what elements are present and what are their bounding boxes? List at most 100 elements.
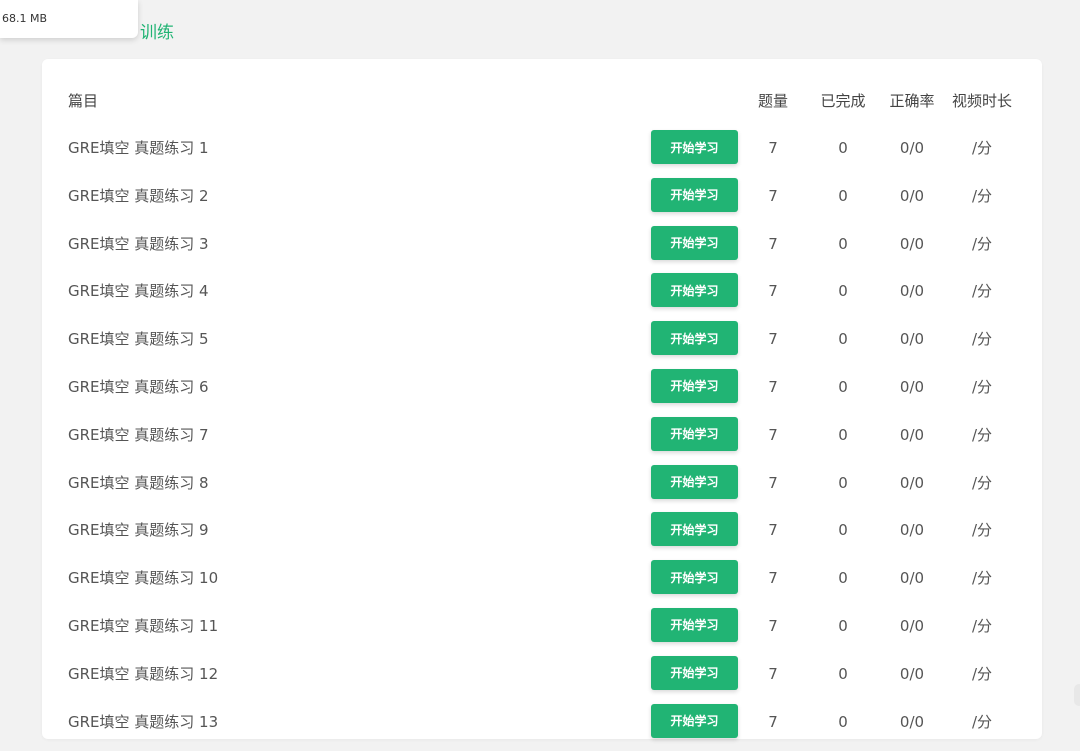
start-study-button[interactable]: 开始学习 <box>651 703 738 738</box>
exercise-title: GRE填空 真题练习 11 <box>68 616 219 635</box>
video-duration: /分 <box>971 473 993 492</box>
completed-count: 0 <box>838 282 848 301</box>
video-duration: /分 <box>971 712 993 731</box>
video-duration: /分 <box>971 139 993 157</box>
start-study-button[interactable]: 开始学习 <box>651 368 738 403</box>
completed-count: 0 <box>838 186 848 205</box>
video-duration: /分 <box>971 377 993 396</box>
exercise-title: GRE填空 真题练习 1 <box>68 139 209 157</box>
question-count: 7 <box>768 282 778 301</box>
start-study-button[interactable]: 开始学习 <box>651 225 738 260</box>
table-row: GRE填空 真题练习 13 开始学习 7 0 0/0/分 <box>42 703 1042 751</box>
exercise-title: GRE填空 真题练习 7 <box>68 425 209 444</box>
header-video-duration: 视频时长 <box>951 92 1012 110</box>
table-row: GRE填空 真题练习 7 开始学习 7 0 0/0/分 <box>42 416 1042 465</box>
accuracy-value: 0/0 <box>899 712 925 731</box>
question-count: 7 <box>768 425 778 444</box>
table-row: GRE填空 真题练习 12 开始学习 7 0 0/0/分 <box>42 655 1042 704</box>
question-count: 7 <box>768 377 778 396</box>
question-count: 7 <box>768 473 778 492</box>
question-count: 7 <box>768 569 778 588</box>
exercise-title: GRE填空 真题练习 5 <box>68 330 209 349</box>
start-study-button[interactable]: 开始学习 <box>651 416 738 451</box>
exercise-title: GRE填空 真题练习 13 <box>68 712 219 731</box>
question-count: 7 <box>768 139 778 157</box>
completed-count: 0 <box>838 139 848 157</box>
exercise-title: GRE填空 真题练习 6 <box>68 377 209 396</box>
scrollbar-handle[interactable] <box>1074 684 1080 706</box>
accuracy-value: 0/0 <box>899 139 925 157</box>
completed-count: 0 <box>838 473 848 492</box>
exercise-title: GRE填空 真题练习 4 <box>68 282 209 301</box>
exercise-title: GRE填空 真题练习 3 <box>68 234 209 253</box>
start-study-button[interactable]: 开始学习 <box>651 655 738 690</box>
question-count: 7 <box>768 234 778 253</box>
table-row: GRE填空 真题练习 8 开始学习 7 0 0/0/分 <box>42 464 1042 513</box>
header-accuracy: 正确率 <box>889 92 935 110</box>
header-question-count: 题量 <box>757 92 788 110</box>
header-completed: 已完成 <box>820 92 866 110</box>
video-duration: /分 <box>971 521 993 540</box>
question-count: 7 <box>768 330 778 349</box>
table-row: GRE填空 真题练习 3 开始学习 7 0 0/0/分 <box>42 225 1042 274</box>
accuracy-value: 0/0 <box>899 616 925 635</box>
start-study-button[interactable]: 开始学习 <box>651 130 738 164</box>
table-row: GRE填空 真题练习 5 开始学习 7 0 0/0/分 <box>42 321 1042 369</box>
start-study-button[interactable]: 开始学习 <box>651 321 738 356</box>
exercise-rows: GRE填空 真题练习 1 开始学习 7 0 0/0/分 GRE填空 真题练习 2 开始学习 7… <box>42 130 1042 751</box>
completed-count: 0 <box>838 569 848 588</box>
accuracy-value: 0/0 <box>899 521 925 540</box>
completed-count: 0 <box>838 712 848 731</box>
completed-count: 0 <box>838 664 848 683</box>
accuracy-value: 0/0 <box>899 425 925 444</box>
table-row: GRE填空 真题练习 2 开始学习 7 0 0/0/分 <box>42 177 1042 226</box>
completed-count: 0 <box>838 521 848 540</box>
accuracy-value: 0/0 <box>899 664 925 683</box>
exercise-title: GRE填空 真题练习 2 <box>68 186 209 205</box>
start-study-button[interactable]: 开始学习 <box>651 464 738 499</box>
start-study-button[interactable]: 开始学习 <box>651 560 738 595</box>
video-duration: /分 <box>971 234 993 253</box>
exercise-title: GRE填空 真题练习 12 <box>68 664 219 683</box>
completed-count: 0 <box>838 616 848 635</box>
header-title: 篇目 <box>68 92 99 110</box>
video-duration: /分 <box>971 330 993 349</box>
question-count: 7 <box>768 186 778 205</box>
accuracy-value: 0/0 <box>899 569 925 588</box>
completed-count: 0 <box>838 234 848 253</box>
table-row: GRE填空 真题练习 9 开始学习 7 0 0/0/分 <box>42 512 1042 560</box>
question-count: 7 <box>768 616 778 635</box>
video-duration: /分 <box>971 664 993 683</box>
accuracy-value: 0/0 <box>899 282 925 301</box>
start-study-button[interactable]: 开始学习 <box>651 273 738 308</box>
completed-count: 0 <box>838 330 848 349</box>
exercise-title: GRE填空 真题练习 10 <box>68 569 219 588</box>
table-header: 篇目 题量 已完成 正确率 视频时长 <box>42 59 1042 139</box>
table-row: GRE填空 真题练习 1 开始学习 7 0 0/0/分 <box>42 130 1042 178</box>
accuracy-value: 0/0 <box>899 377 925 396</box>
memory-usage-text: 68.1 MB <box>2 12 48 25</box>
page-title: 训练 <box>140 23 174 43</box>
question-count: 7 <box>768 712 778 731</box>
completed-count: 0 <box>838 425 848 444</box>
accuracy-value: 0/0 <box>899 186 925 205</box>
start-study-button[interactable]: 开始学习 <box>651 177 738 212</box>
table-row: GRE填空 真题练习 4 开始学习 7 0 0/0/分 <box>42 273 1042 321</box>
exercise-title: GRE填空 真题练习 9 <box>68 521 209 540</box>
accuracy-value: 0/0 <box>899 330 925 349</box>
start-study-button[interactable]: 开始学习 <box>651 607 738 642</box>
question-count: 7 <box>768 664 778 683</box>
video-duration: /分 <box>971 282 993 301</box>
table-row: GRE填空 真题练习 10 开始学习 7 0 0/0/分 <box>42 560 1042 608</box>
accuracy-value: 0/0 <box>899 234 925 253</box>
video-duration: /分 <box>971 425 993 444</box>
exercise-title: GRE填空 真题练习 8 <box>68 473 209 492</box>
exercise-list-card: 篇目 题量 已完成 正确率 视频时长 GRE填空 真题练习 1 开始学习 7 0 0/0… <box>42 59 1042 739</box>
video-duration: /分 <box>971 616 993 635</box>
table-row: GRE填空 真题练习 6 开始学习 7 0 0/0/分 <box>42 368 1042 417</box>
video-duration: /分 <box>971 186 993 205</box>
table-row: GRE填空 真题练习 11 开始学习 7 0 0/0/分 <box>42 607 1042 656</box>
accuracy-value: 0/0 <box>899 473 925 492</box>
start-study-button[interactable]: 开始学习 <box>651 512 738 547</box>
completed-count: 0 <box>838 377 848 396</box>
